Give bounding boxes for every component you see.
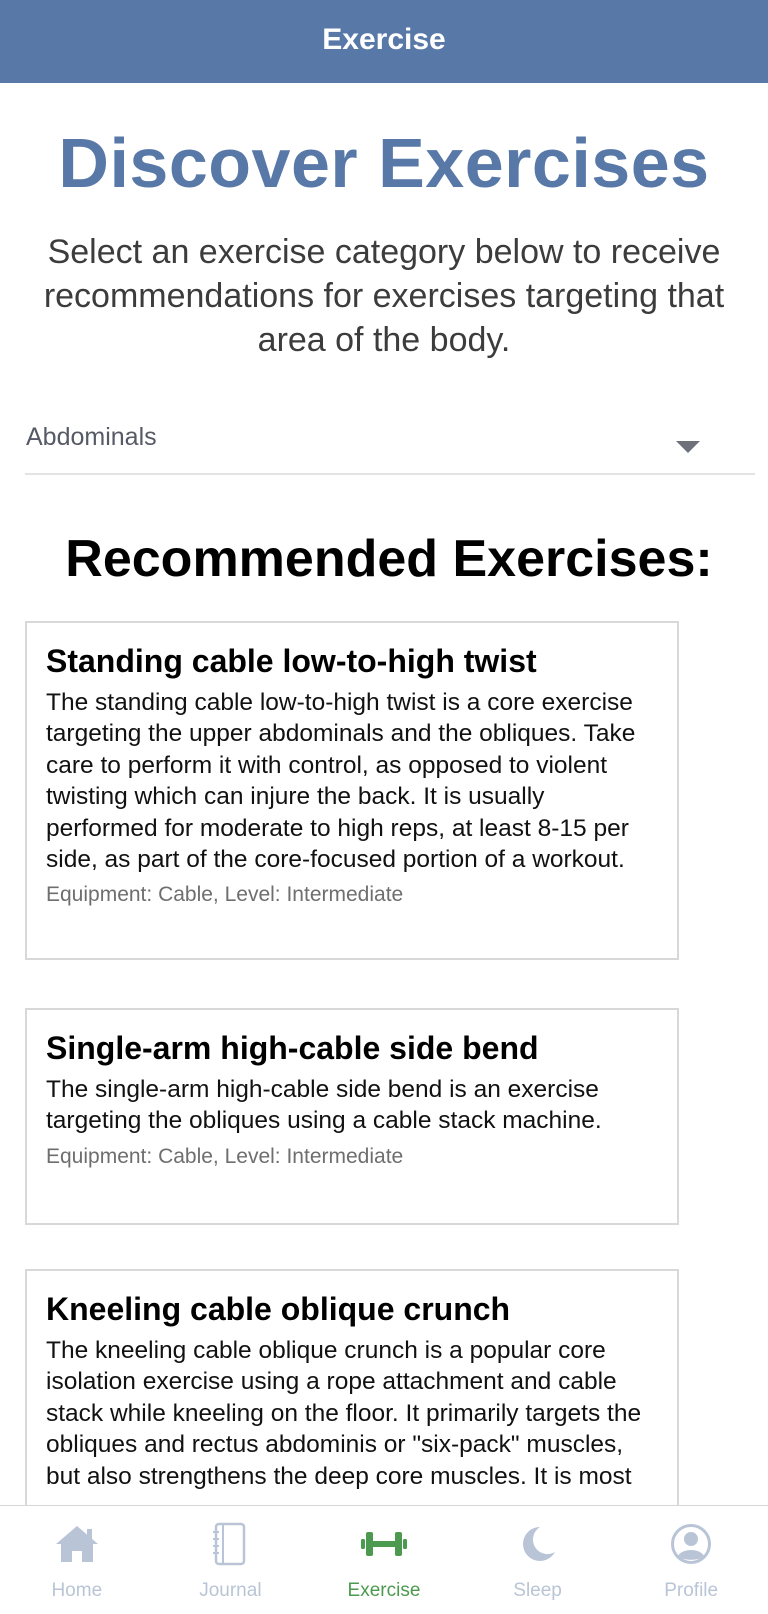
- tab-label: Sleep: [513, 1580, 562, 1601]
- journal-icon: [206, 1520, 254, 1568]
- exercise-title: Kneeling cable oblique crunch: [46, 1291, 511, 1327]
- bottom-tab-bar: Home Journal Exercise Sleep Profile: [0, 1505, 768, 1614]
- tab-home[interactable]: Home: [0, 1506, 154, 1614]
- exercise-card[interactable]: Kneeling cable oblique crunch The kneeli…: [25, 1269, 679, 1505]
- tab-label: Exercise: [347, 1580, 421, 1601]
- exercise-meta: Equipment: Cable, Level: Intermediate: [46, 1144, 404, 1168]
- caret-down-icon: [676, 441, 700, 453]
- home-icon: [53, 1520, 101, 1568]
- tab-label: Profile: [664, 1580, 719, 1601]
- exercise-description: The standing cable low-to-high twist is …: [46, 689, 636, 874]
- moon-icon: [514, 1520, 562, 1568]
- exercise-card[interactable]: Standing cable low-to-high twist The sta…: [25, 621, 679, 960]
- dumbbell-icon: [360, 1520, 408, 1568]
- exercise-description: The single-arm high-cable side bend is a…: [46, 1076, 602, 1135]
- category-dropdown[interactable]: Abdominals: [25, 413, 755, 475]
- tab-profile[interactable]: Profile: [614, 1506, 768, 1614]
- exercise-title: Standing cable low-to-high twist: [46, 643, 537, 679]
- tab-label: Journal: [199, 1580, 262, 1601]
- tab-label: Home: [51, 1580, 103, 1601]
- screen-title: Exercise: [322, 22, 446, 56]
- top-navigation-bar: Exercise: [0, 0, 768, 83]
- page-subtitle: Select an exercise category below to rec…: [43, 233, 725, 359]
- tab-sleep[interactable]: Sleep: [461, 1506, 615, 1614]
- recommended-heading: Recommended Exercises:: [65, 530, 713, 588]
- exercise-meta: Equipment: Cable, Level: Intermediate: [46, 883, 404, 907]
- category-selected-value: Abdominals: [26, 423, 157, 451]
- exercise-screen: Exercise Discover Exercises Select an ex…: [0, 0, 768, 1614]
- tab-journal[interactable]: Journal: [154, 1506, 308, 1614]
- tab-exercise[interactable]: Exercise: [307, 1506, 461, 1614]
- exercise-card[interactable]: Single-arm high-cable side bend The sing…: [25, 1008, 679, 1225]
- profile-icon: [667, 1520, 715, 1568]
- exercise-title: Single-arm high-cable side bend: [46, 1030, 539, 1066]
- exercise-description: The kneeling cable oblique crunch is a p…: [46, 1337, 642, 1490]
- page-title: Discover Exercises: [58, 124, 710, 202]
- scroll-content[interactable]: Discover Exercises Select an exercise ca…: [0, 83, 768, 1505]
